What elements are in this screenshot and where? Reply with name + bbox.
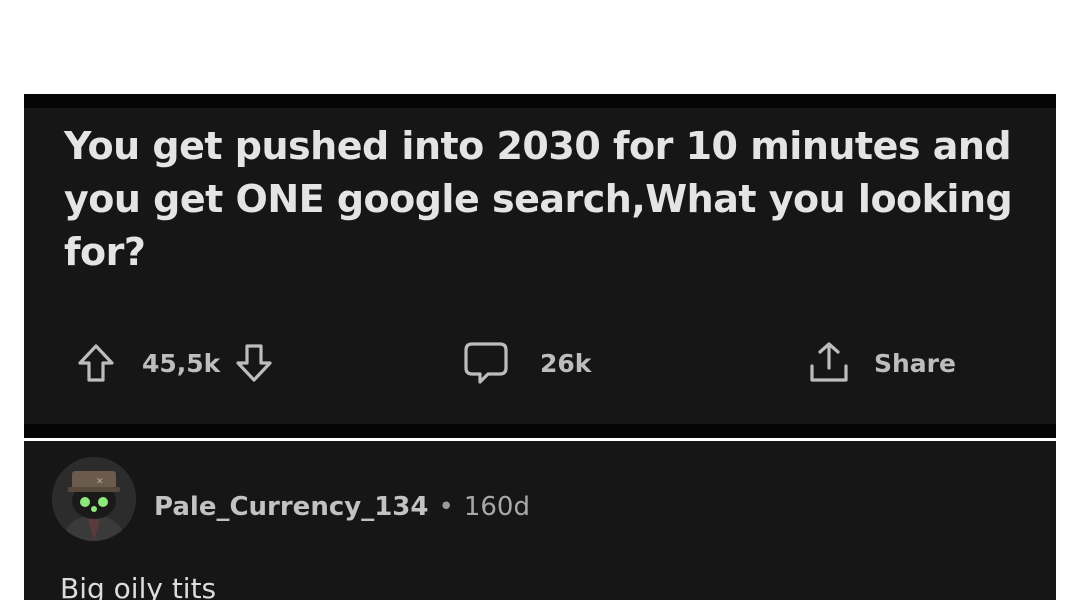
comment-meta: Pale_Currency_134 • 160d [154,487,530,527]
share-button[interactable]: Share [806,338,956,388]
vote-count: 45,5k [142,348,221,378]
comment-age: 160d [463,492,530,522]
robot-avatar-icon: ✕ [52,457,136,541]
share-upload-icon [810,342,848,382]
svg-text:✕: ✕ [96,477,104,487]
arrow-up-outline-icon [78,344,114,382]
comment-card: ✕ Pale_Currency_134 • 160d Big oily tits [24,441,1056,600]
user-avatar[interactable]: ✕ [52,457,136,541]
share-label: Share [874,348,956,378]
post-action-bar: 45,5k 26k Share [76,338,1006,388]
post-card: You get pushed into 2030 for 10 minutes … [24,94,1056,438]
speech-bubble-icon [464,342,508,384]
comment-icon-wrap [462,340,510,386]
comment-body: Big oily tits [60,572,217,600]
downvote-button[interactable] [234,342,274,384]
post-title: You get pushed into 2030 for 10 minutes … [64,124,1013,274]
arrow-down-outline-icon [236,344,272,382]
share-icon-wrap [806,340,852,386]
screenshot-frame: You get pushed into 2030 for 10 minutes … [0,0,1080,600]
post-bottom-band [24,424,1056,438]
upvote-button[interactable] [76,342,116,384]
comment-username[interactable]: Pale_Currency_134 [154,492,428,522]
meta-separator: • [438,492,454,522]
comments-button[interactable]: 26k [462,338,591,388]
vote-group: 45,5k [76,338,274,388]
comment-count: 26k [540,348,592,378]
